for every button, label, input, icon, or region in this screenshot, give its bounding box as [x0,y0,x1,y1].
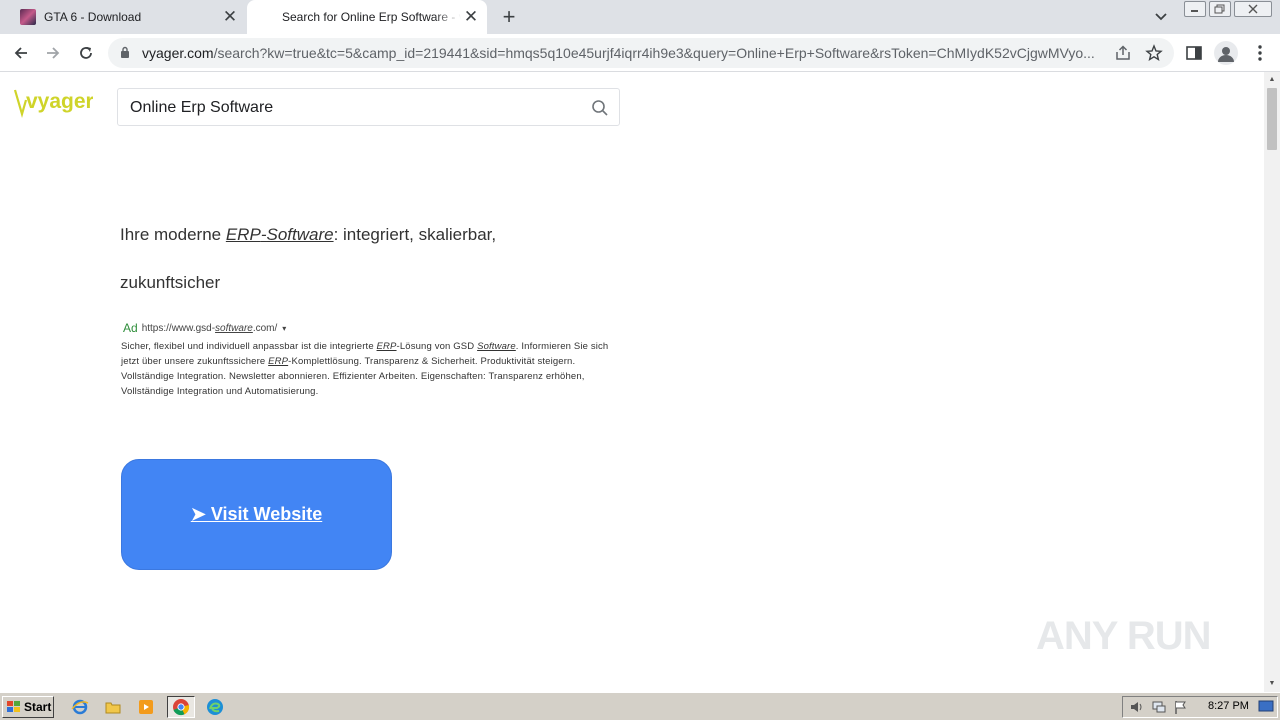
ad-desc-text: Sicher, flexibel und individuell anpassb… [121,341,377,352]
edge-icon [207,699,223,715]
tab-strip: GTA 6 - Download ✕ Search for Online Erp… [0,0,1280,34]
scroll-down-icon[interactable]: ▼ [1268,680,1276,688]
menu-kebab-icon[interactable] [1250,43,1270,63]
visit-website-button[interactable]: ➤ Visit Website [121,459,392,570]
ad-desc-keyword: ERP [268,356,289,367]
url-path: /search?kw=true&tc=5&camp_id=219441&sid=… [213,45,1095,61]
ad-url-part: .com/ [252,322,278,334]
headline-text: Ihre moderne [120,225,226,244]
ad-desc-keyword: Software [477,341,516,352]
system-tray [1122,696,1278,718]
close-window-button[interactable] [1234,1,1272,17]
vyager-logo[interactable]: vyager [13,86,93,120]
ie-icon [71,699,89,715]
show-desktop-icon[interactable] [1258,699,1274,713]
url-text[interactable]: vyager.com/search?kw=true&tc=5&camp_id=2… [142,45,1108,61]
headline-keyword: Software [266,225,334,244]
tab-title: GTA 6 - Download [44,10,142,24]
tab-title: Search for Online Erp Software - vyager [282,10,461,24]
ad-description: Sicher, flexibel und individuell anpassb… [121,339,626,399]
page-scrollbar[interactable]: ▲ ▼ [1264,72,1280,692]
ad-badge: Ad [123,321,138,335]
start-label: Start [24,700,52,714]
close-tab-icon[interactable]: ✕ [461,7,481,27]
page-content: vyager Online Erp Software Ihre moderne … [0,72,1264,692]
lock-icon[interactable] [120,46,130,59]
minimize-window-button[interactable] [1184,1,1206,17]
share-icon[interactable] [1114,44,1132,62]
address-bar[interactable]: vyager.com/search?kw=true&tc=5&camp_id=2… [108,38,1174,68]
scroll-up-icon[interactable]: ▲ [1268,76,1276,84]
edge-taskbar-button[interactable] [203,696,227,718]
scrollbar-thumb[interactable] [1267,88,1277,150]
tab-search-icon[interactable] [1151,8,1171,26]
watermark-text: ANY RUN [1036,614,1212,658]
logo-wordmark: vyager [26,90,93,113]
network-icon[interactable] [1151,699,1167,715]
forward-arrow-icon [47,47,60,59]
chrome-taskbar-button[interactable] [167,696,195,718]
tab-search-erp[interactable]: Search for Online Erp Software - vyager … [247,0,487,34]
ad-info-caret-icon[interactable]: ▾ [282,324,286,333]
windows-taskbar: Start 8:27 PM [0,692,1280,720]
chrome-icon [173,699,190,716]
explorer-icon [105,702,121,714]
start-button[interactable]: Start [2,696,54,718]
search-box[interactable]: Online Erp Software [117,88,620,126]
tab-gta-download[interactable]: GTA 6 - Download ✕ [8,0,246,34]
ad-url-line[interactable]: Ad https://www.gsd-software.com/ ▾ [123,321,286,335]
search-input[interactable]: Online Erp Software [130,99,273,117]
side-panel-icon[interactable] [1184,43,1204,63]
headline-keyword: ERP [225,225,261,244]
forward-button[interactable] [40,40,66,66]
explorer-taskbar-button[interactable] [101,696,125,718]
back-arrow-icon [14,47,27,59]
restore-window-button[interactable] [1209,1,1231,17]
back-button[interactable] [8,40,34,66]
volume-icon[interactable] [1129,699,1145,715]
ad-headline[interactable]: Ihre moderne ERP-Software: integriert, s… [120,211,540,307]
profile-avatar[interactable] [1214,41,1238,65]
new-tab-button[interactable]: + [498,4,520,29]
action-center-flag-icon[interactable] [1173,699,1189,715]
search-icon[interactable] [591,99,609,117]
bookmark-star-icon[interactable] [1145,44,1163,62]
ad-url-part: https://www.gsd- [141,322,216,334]
ie-taskbar-button[interactable] [68,696,92,718]
media-player-icon [139,700,153,714]
anyrun-watermark: ANY RUN [1036,610,1236,670]
reload-icon [80,47,92,59]
profile-icon [1218,47,1234,62]
url-host: vyager.com [142,45,214,61]
ad-desc-keyword: ERP [376,341,397,352]
ad-url-keyword: software [215,322,253,334]
ad-desc-text: -Lösung von GSD [396,341,478,352]
ad-display-url[interactable]: https://www.gsd-software.com/ [142,323,278,334]
windows-logo-icon [7,701,20,712]
browser-toolbar: vyager.com/search?kw=true&tc=5&camp_id=2… [0,34,1280,72]
gta-favicon-icon [20,9,36,25]
media-player-taskbar-button[interactable] [134,696,158,718]
reload-button[interactable] [73,40,99,66]
close-tab-icon[interactable]: ✕ [220,7,240,27]
taskbar-clock[interactable]: 8:27 PM [1208,700,1249,712]
